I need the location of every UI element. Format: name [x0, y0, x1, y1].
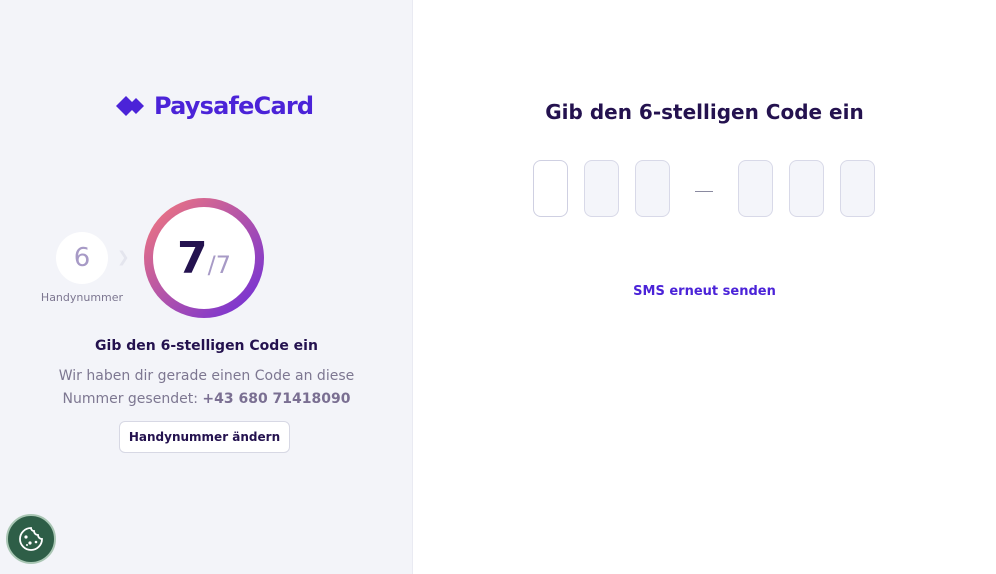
code-digit-5[interactable]: [789, 160, 824, 217]
cookie-icon: [19, 527, 43, 551]
code-entry-title: Gib den 6-stelligen Code ein: [545, 100, 864, 124]
current-step-number: 7: [177, 232, 208, 284]
paysafecard-logo-icon: [116, 96, 144, 116]
change-phone-number-button[interactable]: Handynummer ändern: [119, 421, 290, 453]
code-digit-2[interactable]: [584, 160, 619, 217]
chevron-right-icon: ❯: [117, 248, 130, 266]
description-prefix: Nummer gesendet:: [62, 391, 203, 407]
code-separator-dash: [695, 191, 713, 192]
sms-sent-description: Wir haben dir gerade einen Code an diese…: [0, 365, 413, 411]
description-line-1: Wir haben dir gerade einen Code an diese: [58, 368, 355, 384]
code-digit-3[interactable]: [635, 160, 670, 217]
code-digit-4[interactable]: [738, 160, 773, 217]
resend-sms-link[interactable]: SMS erneut senden: [413, 284, 996, 299]
cookie-settings-button[interactable]: [6, 514, 56, 564]
total-steps-label: /7: [207, 251, 231, 279]
previous-step-number: 6: [73, 243, 91, 273]
code-digit-1[interactable]: [533, 160, 568, 217]
code-digit-6[interactable]: [840, 160, 875, 217]
brand-name: PaysafeCard: [154, 92, 314, 120]
previous-step-label: Handynummer: [40, 291, 124, 304]
brand-logo: PaysafeCard: [116, 92, 314, 120]
description-line-2: Nummer gesendet: +43 680 71418090: [0, 388, 413, 411]
phone-number: +43 680 71418090: [202, 391, 351, 407]
current-step-indicator: 7 /7: [144, 198, 264, 318]
previous-step-circle: 6: [56, 232, 108, 284]
left-panel-title: Gib den 6-stelligen Code ein: [95, 338, 318, 354]
